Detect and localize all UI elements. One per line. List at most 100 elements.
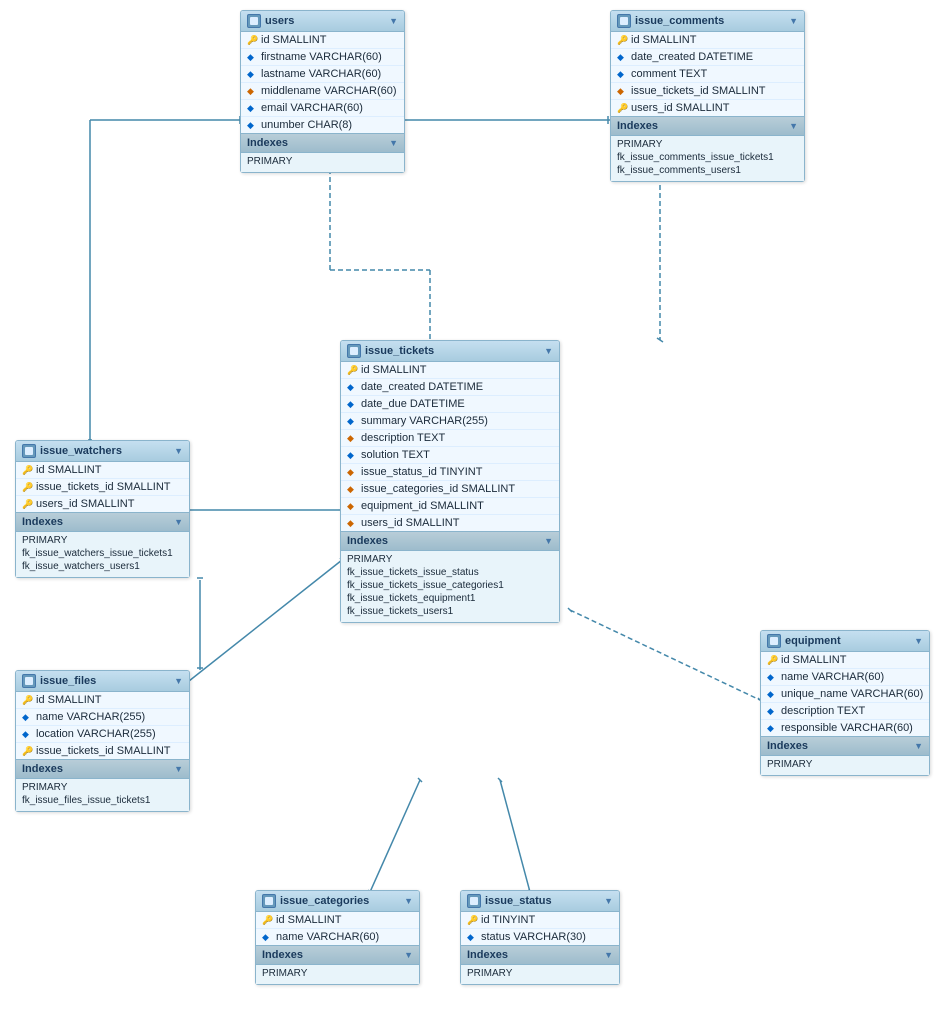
key-icon: 🔑 [22,465,32,475]
indexes-body: PRIMARY fk_issue_watchers_issue_tickets1… [16,532,189,577]
dropdown-icon[interactable]: ▼ [914,636,923,646]
table-icon [347,344,361,358]
table-issue-watchers[interactable]: issue_watchers ▼ 🔑id SMALLINT 🔑issue_tic… [15,440,190,578]
index-row: fk_issue_tickets_issue_categories1 [347,579,553,592]
table-row: ◆issue_tickets_id SMALLINT [611,83,804,100]
index-row: PRIMARY [22,534,183,547]
table-icon [617,14,631,28]
dropdown-icon[interactable]: ▼ [404,896,413,906]
dropdown-icon[interactable]: ▼ [174,446,183,456]
key-icon: 🔑 [767,655,777,665]
table-row: 🔑users_id SMALLINT [611,100,804,116]
dropdown-icon[interactable]: ▼ [789,121,798,131]
table-row: ◆issue_status_id TINYINT [341,464,559,481]
index-row: fk_issue_comments_issue_tickets1 [617,151,798,164]
table-issue-categories[interactable]: issue_categories ▼ 🔑id SMALLINT ◆name VA… [255,890,420,985]
key-icon: ◆ [617,52,627,62]
key-icon: ◆ [347,518,357,528]
indexes-body: PRIMARY [256,965,419,984]
key-icon: ◆ [347,416,357,426]
dropdown-icon[interactable]: ▼ [604,896,613,906]
key-icon: ◆ [247,103,257,113]
dropdown-icon[interactable]: ▼ [604,950,613,960]
table-header-issue-files: issue_files ▼ [16,671,189,692]
table-row: ◆date_created DATETIME [341,379,559,396]
table-row: ◆unumber CHAR(8) [241,117,404,133]
indexes-body-users: PRIMARY [241,153,404,172]
index-row: PRIMARY [347,553,553,566]
table-title: issue_files [40,675,96,687]
key-icon: ◆ [262,932,272,942]
key-icon: 🔑 [617,35,627,45]
key-icon: 🔑 [347,365,357,375]
table-header-issue-tickets: issue_tickets ▼ [341,341,559,362]
dropdown-icon-users[interactable]: ▼ [389,16,398,26]
dropdown-icon[interactable]: ▼ [544,536,553,546]
indexes-body: PRIMARY fk_issue_tickets_issue_status fk… [341,551,559,622]
indexes-header-users: Indexes ▼ [241,133,404,153]
table-row: ◆date_created DATETIME [611,49,804,66]
table-icon [262,894,276,908]
table-row: ◆users_id SMALLINT [341,515,559,531]
index-row: fk_issue_tickets_issue_status [347,566,553,579]
indexes-header: Indexes ▼ [341,531,559,551]
key-icon: ◆ [347,484,357,494]
table-body: 🔑id SMALLINT ◆date_created DATETIME ◆com… [611,32,804,116]
table-row: 🔑id SMALLINT [761,652,929,669]
key-icon: 🔑 [467,915,477,925]
key-icon: 🔑 [617,103,627,113]
indexes-header: Indexes ▼ [256,945,419,965]
dropdown-icon[interactable]: ▼ [544,346,553,356]
dropdown-icon[interactable]: ▼ [914,741,923,751]
dropdown-icon[interactable]: ▼ [789,16,798,26]
key-icon: ◆ [467,932,477,942]
index-row: fk_issue_comments_users1 [617,164,798,177]
table-issue-status[interactable]: issue_status ▼ 🔑id TINYINT ◆status VARCH… [460,890,620,985]
table-title: issue_watchers [40,445,122,457]
table-row: ◆status VARCHAR(30) [461,929,619,945]
key-icon: ◆ [767,689,777,699]
table-header-equipment: equipment ▼ [761,631,929,652]
key-icon: ◆ [247,120,257,130]
table-users[interactable]: users ▼ 🔑id SMALLINT ◆firstname VARCHAR(… [240,10,405,173]
dropdown-icon[interactable]: ▼ [174,676,183,686]
table-title-users: users [265,15,294,27]
index-row: PRIMARY [767,758,923,771]
table-row: 🔑id SMALLINT [256,912,419,929]
table-row: 🔑id SMALLINT [611,32,804,49]
indexes-header: Indexes ▼ [761,736,929,756]
table-equipment[interactable]: equipment ▼ 🔑id SMALLINT ◆name VARCHAR(6… [760,630,930,776]
table-issue-files[interactable]: issue_files ▼ 🔑id SMALLINT ◆name VARCHAR… [15,670,190,812]
key-icon: ◆ [617,69,627,79]
key-icon: ◆ [347,467,357,477]
index-row: PRIMARY [22,781,183,794]
dropdown-icon[interactable]: ▼ [174,517,183,527]
table-row: 🔑id TINYINT [461,912,619,929]
indexes-body: PRIMARY [461,965,619,984]
dropdown-icon[interactable]: ▼ [404,950,413,960]
dropdown-icon[interactable]: ▼ [174,764,183,774]
table-row: 🔑id SMALLINT [341,362,559,379]
table-row: 🔑issue_tickets_id SMALLINT [16,743,189,759]
table-row: 🔑id SMALLINT [241,32,404,49]
key-icon: 🔑 [262,915,272,925]
index-row: PRIMARY [467,967,613,980]
table-row: ◆location VARCHAR(255) [16,726,189,743]
table-issue-comments[interactable]: issue_comments ▼ 🔑id SMALLINT ◆date_crea… [610,10,805,182]
table-title: issue_categories [280,895,369,907]
table-body: 🔑id SMALLINT ◆date_created DATETIME ◆dat… [341,362,559,531]
dropdown-icon[interactable]: ▼ [389,138,398,148]
table-body: 🔑id SMALLINT ◆name VARCHAR(60) [256,912,419,945]
table-issue-tickets[interactable]: issue_tickets ▼ 🔑id SMALLINT ◆date_creat… [340,340,560,623]
table-row: ◆date_due DATETIME [341,396,559,413]
table-row: ◆name VARCHAR(60) [761,669,929,686]
key-icon: ◆ [247,52,257,62]
table-icon [22,444,36,458]
index-row: fk_issue_tickets_equipment1 [347,592,553,605]
key-icon: ◆ [347,399,357,409]
key-icon: 🔑 [22,695,32,705]
index-row: fk_issue_watchers_users1 [22,560,183,573]
diagram-canvas: users ▼ 🔑id SMALLINT ◆firstname VARCHAR(… [0,0,940,1032]
key-icon: ◆ [347,501,357,511]
table-row: ◆issue_categories_id SMALLINT [341,481,559,498]
